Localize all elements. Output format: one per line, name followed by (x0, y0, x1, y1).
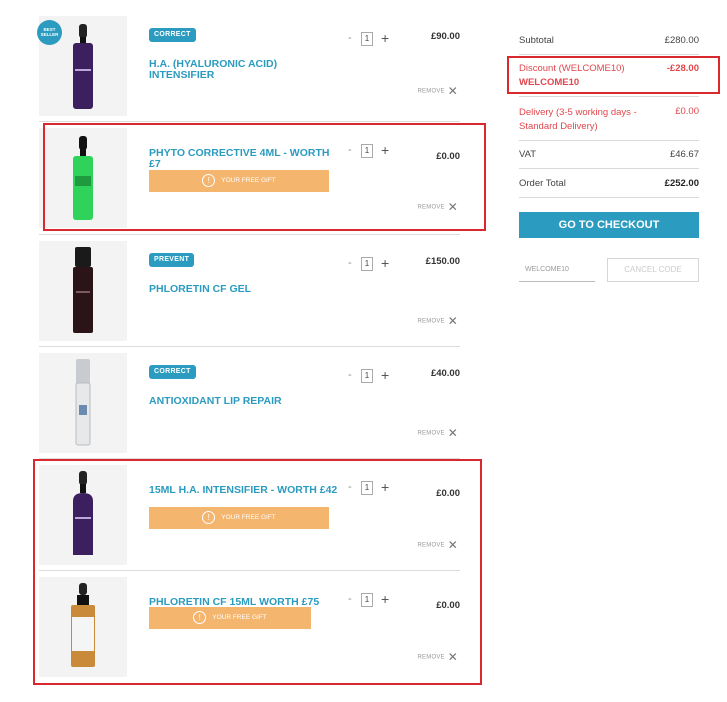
item-price: £90.00 (430, 31, 460, 42)
discount-row: Discount (WELCOME10) -£28.00 (519, 63, 699, 74)
decrease-qty-button[interactable]: - (348, 369, 352, 381)
highlight-box (43, 123, 486, 231)
close-icon[interactable]: ✕ (448, 426, 458, 440)
increase-qty-button[interactable]: + (381, 367, 389, 383)
item-price: £150.00 (425, 256, 460, 267)
divider (39, 121, 460, 122)
checkout-button[interactable]: GO TO CHECKOUT (519, 212, 699, 238)
delivery-label: Delivery (3-5 working days - Standard De… (519, 107, 637, 132)
best-seller-badge: BEST SELLER (37, 20, 62, 45)
quantity-stepper: - 1 + (347, 30, 397, 46)
quantity-input[interactable]: 1 (361, 257, 373, 271)
divider (519, 140, 699, 141)
vat-value: £46.67 (669, 149, 699, 160)
quantity-stepper: - 1 + (347, 255, 397, 271)
cart-item: CORRECT H.A. (HYALURONIC ACID) INTENSIFI… (39, 16, 460, 128)
subtotal-label: Subtotal (519, 35, 554, 46)
quantity-input[interactable]: 1 (361, 369, 373, 383)
highlight-box (33, 459, 482, 685)
divider (519, 168, 699, 169)
delivery-row: Delivery (3-5 working days - Standard De… (519, 106, 699, 134)
discount-code: WELCOME10 (519, 77, 580, 88)
order-total-label: Order Total (519, 178, 566, 189)
category-badge: CORRECT (149, 28, 196, 42)
product-name[interactable]: PHLORETIN CF GEL (149, 284, 339, 295)
quantity-input[interactable]: 1 (361, 32, 373, 46)
remove-button[interactable]: REMOVE ✕ (418, 314, 458, 328)
subtotal-value: £280.00 (664, 35, 699, 46)
product-name[interactable]: ANTIOXIDANT LIP REPAIR (149, 396, 339, 407)
remove-button[interactable]: REMOVE ✕ (418, 426, 458, 440)
discount-value: -£28.00 (666, 63, 699, 74)
decrease-qty-button[interactable]: - (348, 257, 352, 269)
cart-item: CORRECT ANTIOXIDANT LIP REPAIR - 1 + £40… (39, 353, 460, 465)
product-image[interactable] (39, 241, 127, 341)
vat-label: VAT (519, 149, 537, 160)
delivery-value: £0.00 (675, 106, 699, 117)
subtotal-row: Subtotal £280.00 (519, 35, 699, 46)
close-icon[interactable]: ✕ (448, 84, 458, 98)
promo-code-input[interactable]: WELCOME10 (519, 258, 595, 282)
divider (519, 197, 699, 198)
order-total-row: Order Total £252.00 (519, 178, 699, 189)
remove-button[interactable]: REMOVE ✕ (418, 84, 458, 98)
cart-item: PREVENT PHLORETIN CF GEL - 1 + £150.00 R… (39, 241, 460, 353)
close-icon[interactable]: ✕ (448, 314, 458, 328)
highlight-box (507, 56, 720, 94)
vat-row: VAT £46.67 (519, 149, 699, 160)
increase-qty-button[interactable]: + (381, 255, 389, 271)
product-image[interactable] (39, 353, 127, 453)
item-price: £40.00 (430, 368, 460, 379)
increase-qty-button[interactable]: + (381, 30, 389, 46)
decrease-qty-button[interactable]: - (348, 32, 352, 44)
order-total-value: £252.00 (664, 178, 699, 189)
cancel-code-button[interactable]: CANCEL CODE (607, 258, 699, 282)
divider (39, 346, 460, 347)
category-badge: PREVENT (149, 253, 195, 267)
discount-label: Discount (WELCOME10) (519, 63, 625, 74)
product-name[interactable]: H.A. (HYALURONIC ACID) INTENSIFIER (149, 59, 339, 81)
category-badge: CORRECT (149, 365, 196, 379)
divider (39, 234, 460, 235)
divider (519, 96, 699, 97)
divider (519, 54, 699, 55)
quantity-stepper: - 1 + (347, 367, 397, 383)
